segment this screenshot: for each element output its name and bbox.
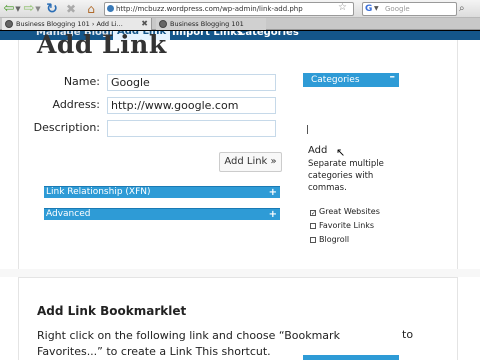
close-tab-icon[interactable]: ✖ (141, 18, 148, 30)
tab-bar: Business Blogging 101 › Add Li... ✖ Busi… (0, 18, 480, 30)
tab-label: Business Blogging 101 › Add Li... (16, 20, 123, 28)
address-bar[interactable]: http://mcbuzz.wordpress.com/wp-admin/lin… (104, 2, 354, 16)
tab-blog[interactable]: Business Blogging 101 (156, 18, 266, 30)
forward-dropdown-icon[interactable]: ▼ (34, 2, 42, 16)
search-engine-dropdown-icon[interactable]: ▼ (374, 4, 379, 14)
bookmark-star-icon[interactable]: ☆ (338, 2, 347, 14)
category-item[interactable]: Blogroll (310, 235, 349, 245)
add-link-button[interactable]: Add Link » (219, 152, 282, 172)
expand-icon[interactable]: + (269, 209, 277, 220)
category-checkbox[interactable] (310, 237, 316, 243)
reload-icon[interactable]: ↻ (45, 2, 59, 16)
category-checkbox[interactable] (310, 223, 316, 229)
category-label: Favorite Links (319, 221, 375, 230)
name-label: Name: (63, 75, 100, 88)
subnav-import-links[interactable]: Import Links (172, 31, 243, 39)
wordpress-icon (159, 20, 167, 28)
home-icon[interactable]: ⌂ (84, 2, 98, 16)
wordpress-icon (5, 20, 13, 28)
subnav-categories[interactable]: Categories (238, 31, 299, 39)
page-title: Add Link (37, 30, 167, 59)
categories-title: Categories (311, 75, 360, 85)
category-input[interactable] (307, 125, 308, 134)
expand-icon[interactable]: + (269, 187, 277, 198)
category-checkbox[interactable]: ✓ (310, 210, 316, 217)
address-label: Address: (52, 98, 100, 111)
browser-toolbar: ⇦ ▼ ⇨ ▼ ↻ ✖ ⌂ http://mcbuzz.wordpress.co… (0, 0, 480, 18)
category-item[interactable]: Favorite Links (310, 221, 374, 231)
bookmarklet-title: Add Link Bookmarklet (37, 304, 187, 318)
search-placeholder: Google (385, 5, 410, 13)
categories-header[interactable]: Categories – (303, 70, 399, 87)
tab-label: Business Blogging 101 (170, 20, 244, 28)
tab-add-link[interactable]: Business Blogging 101 › Add Li... ✖ (2, 18, 152, 30)
xfn-section-label: Link Relationship (XFN) (46, 187, 151, 197)
bookmarklet-panel-header (303, 355, 399, 360)
back-dropdown-icon[interactable]: ▼ (14, 2, 22, 16)
stop-icon[interactable]: ✖ (64, 2, 78, 16)
description-field[interactable] (107, 120, 276, 137)
bookmarklet-text-line1: Right click on the following link and ch… (37, 329, 340, 342)
category-help-text: Separate multiple categories with commas… (308, 159, 384, 193)
address-bar-url: http://mcbuzz.wordpress.com/wp-admin/lin… (116, 5, 303, 13)
bookmarklet-text-to: to (402, 328, 414, 341)
category-label: Blogroll (319, 235, 350, 244)
panel-gap (0, 269, 480, 277)
search-input[interactable]: G ▼ Google (362, 2, 457, 16)
category-item[interactable]: ✓ Great Websites (310, 207, 380, 217)
name-field[interactable]: Google (107, 74, 276, 91)
bookmarklet-text-line2: Favorites...” to create a Link This shor… (37, 345, 271, 358)
search-magnifier-icon[interactable]: ⌕ (459, 3, 465, 15)
google-icon: G (365, 4, 373, 14)
site-favicon-icon (107, 5, 114, 12)
description-label: Description: (33, 121, 100, 134)
advanced-section-toggle[interactable]: Advanced + (44, 208, 280, 220)
xfn-section-toggle[interactable]: Link Relationship (XFN) + (44, 186, 280, 198)
collapse-icon[interactable]: – (390, 70, 396, 84)
category-label: Great Websites (319, 207, 380, 216)
address-field[interactable]: http://www.google.com (107, 97, 276, 114)
advanced-section-label: Advanced (46, 209, 91, 219)
category-add-button[interactable]: Add (308, 145, 327, 156)
